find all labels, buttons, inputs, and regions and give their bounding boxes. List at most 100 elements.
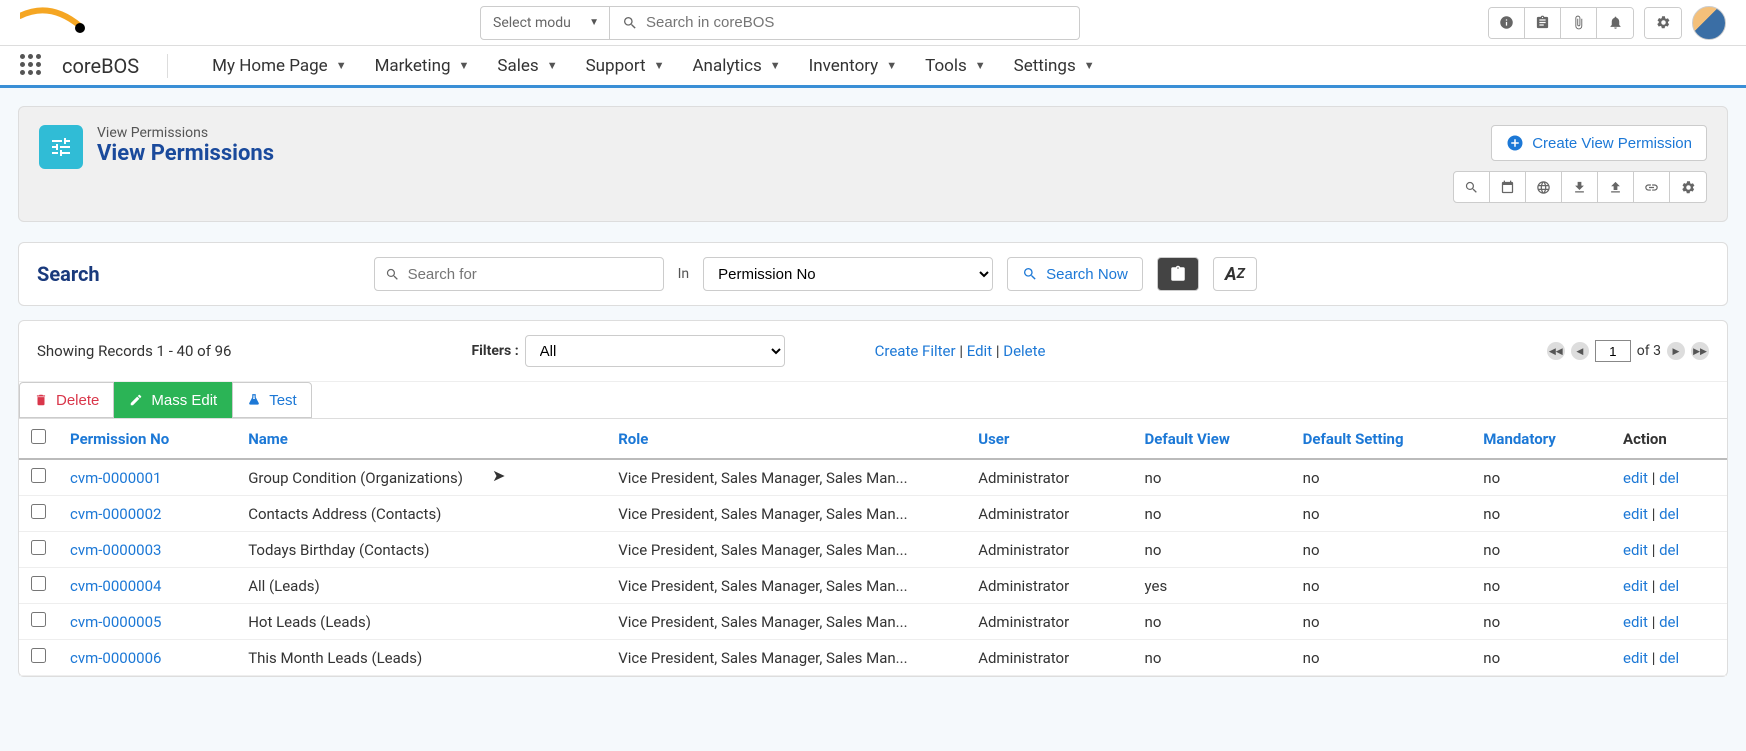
row-checkbox[interactable]	[31, 576, 46, 591]
permission-no-link[interactable]: cvm-0000005	[70, 613, 161, 631]
edit-link[interactable]: edit	[1623, 505, 1648, 523]
global-search-input[interactable]	[646, 14, 1067, 31]
permission-no-link[interactable]: cvm-0000006	[70, 649, 161, 667]
gear-icon[interactable]	[1645, 8, 1681, 38]
edit-filter-link[interactable]: Edit	[967, 342, 992, 360]
nav-support[interactable]: Support▼	[572, 56, 679, 76]
nav-sales[interactable]: Sales▼	[483, 56, 571, 76]
row-checkbox[interactable]	[31, 612, 46, 627]
th-default-view[interactable]: Default View	[1133, 419, 1291, 460]
edit-link[interactable]: edit	[1623, 649, 1648, 667]
th-name[interactable]: Name	[236, 419, 606, 460]
toolbar-export-icon[interactable]	[1598, 172, 1634, 202]
pager: ◀◀ ◀ of 3 ▶ ▶▶	[1547, 340, 1709, 362]
row-checkbox[interactable]	[31, 648, 46, 663]
permission-no-link[interactable]: cvm-0000001	[70, 469, 161, 487]
cell-default-setting: no	[1291, 496, 1472, 532]
cell-actions: edit | del	[1611, 604, 1727, 640]
brand-label[interactable]: coreBOS	[62, 54, 168, 78]
toolbar-search-icon[interactable]	[1454, 172, 1490, 202]
search-now-button[interactable]: Search Now	[1007, 257, 1143, 291]
pencil-icon	[129, 393, 143, 407]
breadcrumb[interactable]: View Permissions	[97, 125, 274, 141]
page-title: View Permissions	[97, 141, 274, 166]
delete-button[interactable]: Delete	[19, 382, 114, 418]
mass-edit-label: Mass Edit	[151, 392, 217, 409]
th-user[interactable]: User	[966, 419, 1132, 460]
filter-select[interactable]: All	[525, 335, 785, 367]
cell-actions: edit | del	[1611, 568, 1727, 604]
del-link[interactable]: del	[1659, 613, 1679, 631]
bell-icon[interactable]	[1597, 8, 1633, 38]
select-all-checkbox[interactable]	[31, 429, 46, 444]
delete-filter-link[interactable]: Delete	[1003, 342, 1045, 360]
pager-first-icon[interactable]: ◀◀	[1547, 342, 1565, 360]
th-permission-no[interactable]: Permission No	[58, 419, 236, 460]
permission-no-link[interactable]: cvm-0000004	[70, 577, 161, 595]
th-mandatory[interactable]: Mandatory	[1471, 419, 1611, 460]
del-link[interactable]: del	[1659, 505, 1679, 523]
cell-default-setting: no	[1291, 532, 1472, 568]
th-role[interactable]: Role	[606, 419, 966, 460]
toolbar-gear-icon[interactable]	[1670, 172, 1706, 202]
user-avatar[interactable]	[1692, 6, 1726, 40]
flask-icon	[247, 393, 261, 407]
sort-az-icon[interactable]: AZ	[1213, 257, 1257, 291]
apps-grid-icon[interactable]	[20, 54, 44, 78]
mass-edit-button[interactable]: Mass Edit	[114, 382, 232, 418]
nav-label: Analytics	[692, 56, 761, 76]
filters-row: Showing Records 1 - 40 of 96 Filters : A…	[19, 335, 1727, 382]
nav-analytics[interactable]: Analytics▼	[678, 56, 794, 76]
cell-default-setting: no	[1291, 604, 1472, 640]
edit-link[interactable]: edit	[1623, 541, 1648, 559]
module-select[interactable]: Select modu	[480, 6, 610, 40]
topbar-right	[1488, 6, 1726, 40]
edit-link[interactable]: edit	[1623, 577, 1648, 595]
cell-role: Vice President, Sales Manager, Sales Man…	[606, 459, 966, 496]
edit-link[interactable]: edit	[1623, 613, 1648, 631]
attachment-icon[interactable]	[1561, 8, 1597, 38]
cell-mandatory: no	[1471, 604, 1611, 640]
nav-tools[interactable]: Tools▼	[911, 56, 1000, 76]
nav-inventory[interactable]: Inventory▼	[795, 56, 911, 76]
del-link[interactable]: del	[1659, 541, 1679, 559]
del-link[interactable]: del	[1659, 649, 1679, 667]
del-link[interactable]: del	[1659, 577, 1679, 595]
search-field-select[interactable]: Permission No	[703, 257, 993, 291]
cell-actions: edit | del	[1611, 459, 1727, 496]
toolbar-calendar-icon[interactable]	[1490, 172, 1526, 202]
permission-no-link[interactable]: cvm-0000003	[70, 541, 161, 559]
toolbar-globe-icon[interactable]	[1526, 172, 1562, 202]
clipboard-icon[interactable]	[1525, 8, 1561, 38]
pager-page-input[interactable]	[1595, 340, 1631, 362]
cell-actions: edit | del	[1611, 640, 1727, 676]
cell-mandatory: no	[1471, 640, 1611, 676]
cell-actions: edit | del	[1611, 532, 1727, 568]
test-button[interactable]: Test	[232, 382, 312, 418]
search-heading: Search	[37, 262, 100, 286]
toolbar-link-icon[interactable]	[1634, 172, 1670, 202]
pager-next-icon[interactable]: ▶	[1667, 342, 1685, 360]
permission-no-link[interactable]: cvm-0000002	[70, 505, 161, 523]
create-filter-link[interactable]: Create Filter	[875, 342, 956, 360]
toolbar-import-icon[interactable]	[1562, 172, 1598, 202]
pager-last-icon[interactable]: ▶▶	[1691, 342, 1709, 360]
th-default-setting[interactable]: Default Setting	[1291, 419, 1472, 460]
row-checkbox[interactable]	[31, 540, 46, 555]
row-checkbox[interactable]	[31, 468, 46, 483]
app-logo[interactable]	[20, 6, 100, 40]
cell-default-setting: no	[1291, 568, 1472, 604]
search-input[interactable]	[408, 266, 653, 283]
info-icon[interactable]	[1489, 8, 1525, 38]
del-link[interactable]: del	[1659, 469, 1679, 487]
clipboard-search-icon[interactable]	[1157, 257, 1199, 291]
nav-marketing[interactable]: Marketing▼	[361, 56, 484, 76]
pager-prev-icon[interactable]: ◀	[1571, 342, 1589, 360]
row-checkbox[interactable]	[31, 504, 46, 519]
th-action: Action	[1611, 419, 1727, 460]
nav-home[interactable]: My Home Page▼	[198, 56, 360, 76]
cell-default-view: no	[1133, 459, 1291, 496]
edit-link[interactable]: edit	[1623, 469, 1648, 487]
nav-settings[interactable]: Settings▼	[1000, 56, 1109, 76]
create-button[interactable]: Create View Permission	[1491, 125, 1707, 161]
